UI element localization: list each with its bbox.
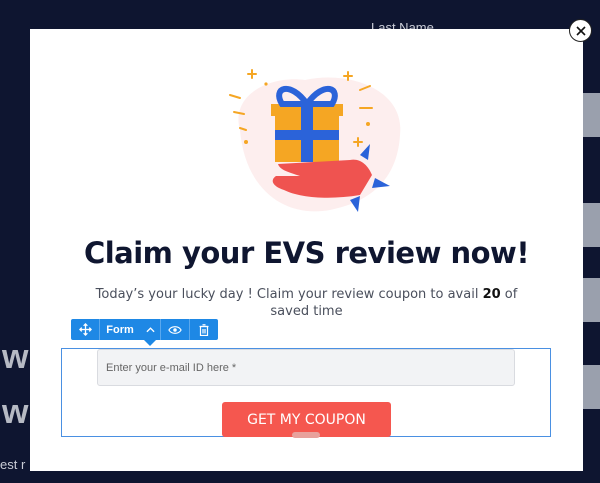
bg-letter: w — [2, 393, 29, 431]
bg-stripe — [582, 203, 600, 247]
form-toolbar: Form — [71, 319, 218, 340]
close-icon — [575, 25, 586, 36]
form-label-button[interactable]: Form — [100, 319, 140, 340]
subtext-part: Today’s your lucky day ! Claim your revi… — [95, 287, 483, 302]
move-button[interactable] — [71, 319, 99, 340]
toolbar-form-label: Form — [106, 323, 134, 336]
subtext-bold: 20 — [482, 287, 501, 302]
bg-letter: w — [2, 338, 29, 376]
ribbon-horizontal — [275, 130, 339, 140]
popup-subtext: Today’s your lucky day ! Claim your revi… — [95, 286, 518, 320]
gift-illustration — [229, 69, 401, 212]
bg-small-text: est r — [0, 457, 26, 472]
bg-stripe — [582, 365, 600, 409]
email-input[interactable] — [97, 349, 515, 386]
resize-handle[interactable] — [292, 432, 320, 438]
move-icon — [78, 323, 92, 336]
toolbar-pointer — [144, 340, 156, 346]
bg-stripe — [582, 93, 600, 137]
popup-headline: Claim your EVS review now! — [83, 236, 530, 270]
close-button[interactable] — [569, 19, 592, 42]
eye-icon — [168, 325, 182, 334]
trash-icon — [199, 323, 209, 336]
bg-stripe — [582, 278, 600, 322]
preview-button[interactable] — [161, 319, 189, 340]
delete-button[interactable] — [190, 319, 218, 340]
collapse-button[interactable] — [140, 319, 160, 340]
chevron-up-icon — [145, 327, 155, 333]
